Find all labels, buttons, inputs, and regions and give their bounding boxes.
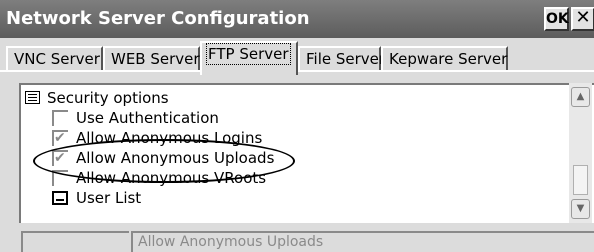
tab-content: Security options Use Authentication Allo… xyxy=(0,70,594,252)
security-options-group[interactable]: Security options xyxy=(21,88,561,108)
checkbox[interactable] xyxy=(52,128,68,148)
close-button[interactable]: ✕ xyxy=(571,7,594,31)
option-user-list[interactable]: User List xyxy=(21,188,561,208)
checkbox[interactable] xyxy=(52,148,68,168)
option-label: Allow Anonymous VRoots xyxy=(76,169,267,187)
tab-ftp-server[interactable]: FTP Server xyxy=(200,41,298,75)
window-title: Network Server Configuration xyxy=(6,8,310,29)
option-label: Use Authentication xyxy=(76,109,219,127)
list-edit-icon xyxy=(52,191,68,205)
status-description: Allow Anonymous Uploads xyxy=(138,234,324,250)
option-allow-anonymous-uploads[interactable]: Allow Anonymous Uploads xyxy=(21,148,561,168)
option-label: User List xyxy=(76,189,142,207)
option-label: Allow Anonymous Logins xyxy=(76,129,263,147)
ok-button[interactable]: OK xyxy=(544,7,569,31)
option-allow-anonymous-vroots[interactable]: Allow Anonymous VRoots xyxy=(21,168,561,188)
tab-label: VNC Server xyxy=(14,50,100,68)
status-field-description: Allow Anonymous Uploads xyxy=(131,231,594,252)
tab-web-server[interactable]: WEB Server xyxy=(103,46,200,72)
scroll-up-button[interactable]: ▲ xyxy=(571,87,590,107)
tab-vnc-server[interactable]: VNC Server xyxy=(6,46,103,72)
tab-strip: VNC Server WEB Server FTP Server File Se… xyxy=(0,38,594,75)
scroll-thumb[interactable] xyxy=(573,165,588,195)
title-bar: Network Server Configuration OK ✕ xyxy=(0,0,594,38)
tab-label: Kepware Server xyxy=(389,50,508,68)
checkbox[interactable] xyxy=(52,110,68,126)
option-use-authentication[interactable]: Use Authentication xyxy=(21,108,561,128)
option-label: Allow Anonymous Uploads xyxy=(76,149,275,167)
status-field-left xyxy=(21,231,129,252)
option-allow-anonymous-logins[interactable]: Allow Anonymous Logins xyxy=(21,128,561,148)
group-label: Security options xyxy=(47,89,169,107)
tab-file-server[interactable]: File Server xyxy=(298,46,385,72)
tab-label: File Server xyxy=(306,50,386,68)
tab-kepware-server[interactable]: Kepware Server xyxy=(381,46,508,72)
options-list[interactable]: Security options Use Authentication Allo… xyxy=(19,83,594,223)
tab-label: WEB Server xyxy=(111,50,200,68)
group-list-icon xyxy=(25,91,40,104)
tab-label: FTP Server xyxy=(206,43,291,65)
network-server-config-window: Network Server Configuration OK ✕ VNC Se… xyxy=(0,0,594,252)
vertical-scrollbar[interactable]: ▲ ▼ xyxy=(569,83,592,223)
checkbox[interactable] xyxy=(52,170,68,186)
scroll-down-button[interactable]: ▼ xyxy=(571,199,590,219)
